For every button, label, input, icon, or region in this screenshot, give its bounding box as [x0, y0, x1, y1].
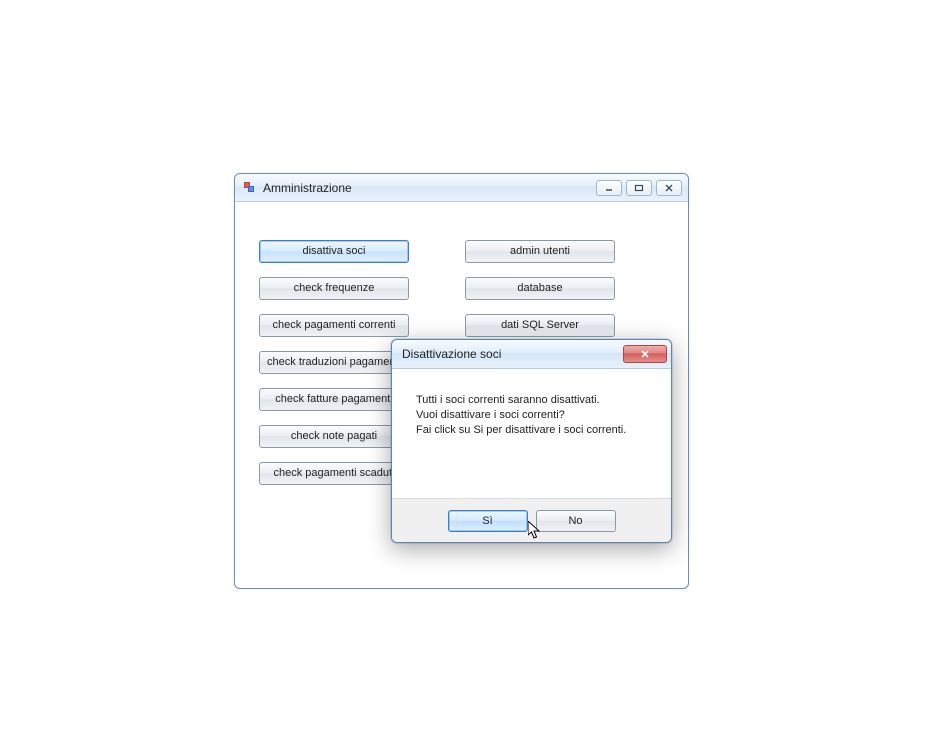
check-pagamenti-scaduti-button[interactable]: check pagamenti scaduti [259, 462, 409, 485]
check-note-pagati-button[interactable]: check note pagati [259, 425, 409, 448]
disattivazione-dialog: Disattivazione soci Tutti i soci corrent… [391, 339, 672, 543]
left-button-column: disattiva soci check frequenze check pag… [259, 240, 409, 485]
disattiva-soci-button[interactable]: disattiva soci [259, 240, 409, 263]
dati-sql-server-button[interactable]: dati SQL Server [465, 314, 615, 337]
check-pagamenti-correnti-button[interactable]: check pagamenti correnti [259, 314, 409, 337]
maximize-button[interactable] [626, 180, 652, 196]
dialog-titlebar[interactable]: Disattivazione soci [392, 340, 671, 369]
dialog-message-line3: Fai click su Si per disattivare i soci c… [416, 423, 653, 438]
minimize-button[interactable] [596, 180, 622, 196]
check-frequenze-button[interactable]: check frequenze [259, 277, 409, 300]
dialog-no-button[interactable]: No [536, 510, 616, 532]
admin-window-title: Amministrazione [263, 181, 590, 195]
app-icon [243, 181, 257, 195]
dialog-message-line2: Vuoi disattivare i soci correnti? [416, 408, 653, 423]
database-button[interactable]: database [465, 277, 615, 300]
dialog-close-button[interactable] [623, 345, 667, 363]
dialog-yes-button[interactable]: Sì [448, 510, 528, 532]
check-fatture-pagamenti-button[interactable]: check fatture pagamenti [259, 388, 409, 411]
dialog-body: Tutti i soci correnti saranno disattivat… [392, 369, 671, 498]
admin-utenti-button[interactable]: admin utenti [465, 240, 615, 263]
dialog-message-line1: Tutti i soci correnti saranno disattivat… [416, 393, 653, 408]
window-controls [596, 180, 682, 196]
close-button[interactable] [656, 180, 682, 196]
dialog-footer: Sì No [392, 498, 671, 542]
dialog-title: Disattivazione soci [402, 347, 623, 361]
admin-window-titlebar[interactable]: Amministrazione [235, 174, 688, 202]
check-traduzioni-pagamenti-button[interactable]: check traduzioni pagamenti [259, 351, 409, 374]
